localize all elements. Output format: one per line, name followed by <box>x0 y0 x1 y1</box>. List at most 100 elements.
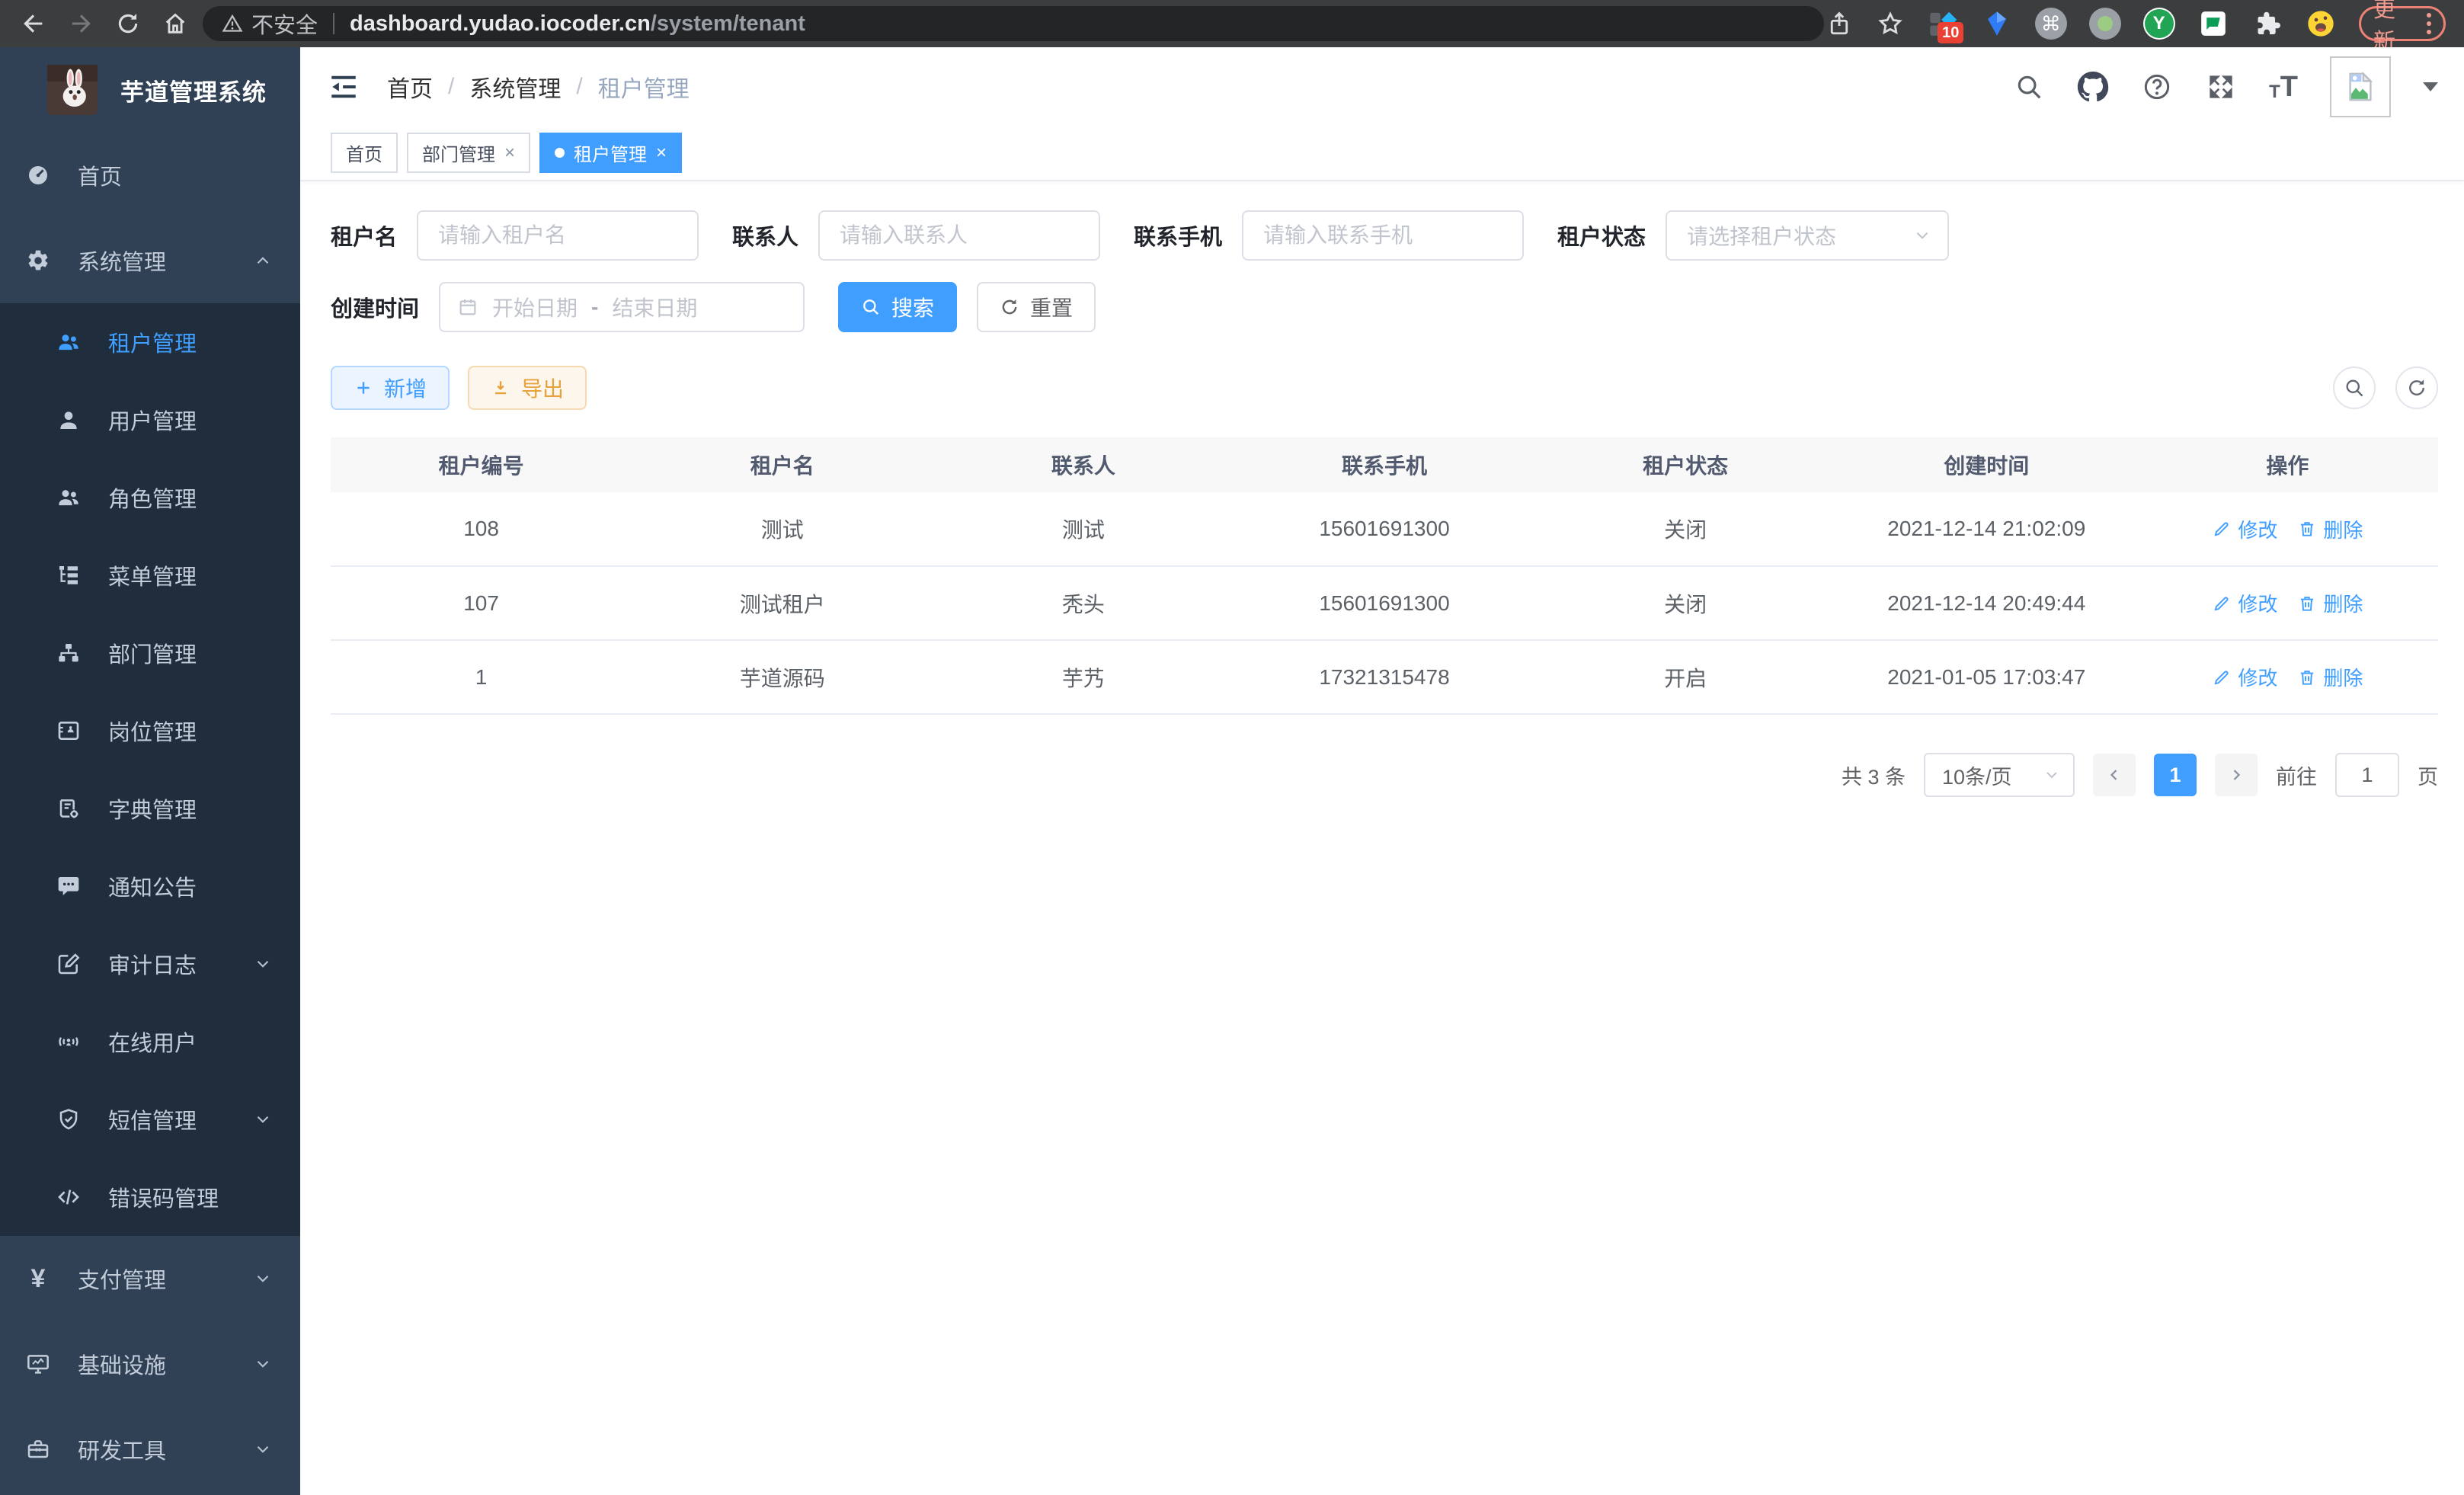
address-bar[interactable]: 不安全 dashboard.yudao.iocoder.cn /system/t… <box>203 6 1824 41</box>
close-icon[interactable]: × <box>656 142 667 164</box>
goto-page-input[interactable] <box>2335 753 2399 797</box>
table-row: 1 芋道源码 芋艿 17321315478 开启 2021-01-05 17:0… <box>331 640 2438 714</box>
breadcrumb-home[interactable]: 首页 <box>387 70 433 104</box>
online-icon <box>56 1029 81 1054</box>
trash-icon <box>2297 519 2317 539</box>
github-icon[interactable] <box>2077 71 2109 103</box>
avatar-broken-image[interactable] <box>2330 56 2391 117</box>
col-contact: 联系人 <box>933 437 1234 492</box>
notice-icon <box>56 874 81 898</box>
edit-link[interactable]: 修改 <box>2212 515 2277 543</box>
extension-gray-blue-icon[interactable]: 10 <box>1926 7 1959 40</box>
sidebar-item-dict[interactable]: 字典管理 <box>0 770 300 847</box>
add-button[interactable]: 新增 <box>331 366 450 410</box>
tab-dept[interactable]: 部门管理 × <box>407 133 530 173</box>
start-date-placeholder: 开始日期 <box>492 292 578 322</box>
font-size-icon[interactable]: TT <box>2269 72 2298 101</box>
sidebar-item-devtool[interactable]: 研发工具 <box>0 1407 300 1492</box>
sidebar-item-dept[interactable]: 部门管理 <box>0 614 300 692</box>
extension-chat-icon[interactable] <box>2197 7 2229 40</box>
edit-link[interactable]: 修改 <box>2212 589 2277 617</box>
tenant-name-label: 租户名 <box>331 219 397 251</box>
phone-input[interactable] <box>1242 210 1524 261</box>
share-icon[interactable] <box>1824 8 1854 39</box>
sidebar-item-audit[interactable]: 审计日志 <box>0 925 300 1003</box>
system-submenu: 租户管理 用户管理 角色管理 菜单管理 部门管理 <box>0 303 300 1236</box>
caret-down-icon[interactable] <box>2423 82 2438 91</box>
audit-icon <box>56 952 81 976</box>
browser-menu-icon[interactable] <box>2427 13 2431 34</box>
sidebar-item-role[interactable]: 角色管理 <box>0 459 300 536</box>
search-icon <box>861 297 881 317</box>
chevron-up-icon <box>253 251 273 271</box>
status-text: 关闭 <box>1535 492 1836 566</box>
breadcrumb-current: 租户管理 <box>598 70 690 104</box>
sidebar-fold-icon[interactable] <box>328 71 360 103</box>
sidebar-item-tenant[interactable]: 租户管理 <box>0 303 300 381</box>
status-text: 开启 <box>1535 640 1836 714</box>
sidebar-item-home[interactable]: 首页 <box>0 133 300 218</box>
sidebar-item-notice[interactable]: 通知公告 <box>0 847 300 925</box>
sidebar-item-online[interactable]: 在线用户 <box>0 1003 300 1080</box>
extension-y-icon[interactable]: Y <box>2142 7 2175 40</box>
page-unit-label: 页 <box>2418 760 2438 790</box>
extension-emoji-icon[interactable] <box>2305 7 2338 40</box>
extension-puzzle-icon[interactable] <box>2251 7 2283 40</box>
extension-dot-icon[interactable] <box>2088 7 2121 40</box>
extension-command-icon[interactable]: ⌘ <box>2034 7 2067 40</box>
plus-icon <box>354 378 373 398</box>
tenant-page: 租户名 联系人 联系手机 租户状态 请选择租户状态 <box>300 181 2464 1495</box>
tab-home[interactable]: 首页 <box>331 133 398 173</box>
tab-tenant[interactable]: 租户管理 × <box>539 133 682 173</box>
status-text: 关闭 <box>1535 566 1836 640</box>
breadcrumb-system[interactable]: 系统管理 <box>469 70 561 104</box>
delete-link[interactable]: 删除 <box>2297 663 2363 691</box>
delete-link[interactable]: 删除 <box>2297 589 2363 617</box>
sidebar-item-user[interactable]: 用户管理 <box>0 381 300 459</box>
sidebar-item-post[interactable]: 岗位管理 <box>0 692 300 770</box>
delete-link[interactable]: 删除 <box>2297 515 2363 543</box>
forward-icon[interactable] <box>66 8 96 39</box>
edit-icon <box>2212 519 2232 539</box>
star-icon[interactable] <box>1875 8 1905 39</box>
create-time-range-picker[interactable]: 开始日期 - 结束日期 <box>439 282 805 332</box>
yen-icon: ¥ <box>26 1266 50 1291</box>
col-tenant-name: 租户名 <box>632 437 933 492</box>
search-icon[interactable] <box>2013 71 2045 103</box>
prev-page-button[interactable] <box>2093 754 2136 796</box>
dashboard-icon <box>26 163 50 187</box>
search-button[interactable]: 搜索 <box>838 282 957 332</box>
sidebar-item-pay[interactable]: ¥ 支付管理 <box>0 1236 300 1321</box>
home-icon[interactable] <box>160 8 190 39</box>
help-icon[interactable] <box>2141 71 2173 103</box>
table-header-row: 租户编号 租户名 联系人 联系手机 租户状态 创建时间 操作 <box>331 437 2438 492</box>
toggle-search-button[interactable] <box>2333 367 2376 409</box>
page-number-1[interactable]: 1 <box>2154 754 2197 796</box>
extension-kite-icon[interactable] <box>1980 7 2013 40</box>
edit-link[interactable]: 修改 <box>2212 663 2277 691</box>
refresh-icon <box>1000 297 1019 317</box>
sidebar-item-system[interactable]: 系统管理 <box>0 218 300 303</box>
export-button[interactable]: 导出 <box>468 366 587 410</box>
fullscreen-icon[interactable] <box>2205 71 2237 103</box>
status-select[interactable]: 请选择租户状态 <box>1666 210 1949 261</box>
tenant-name-input[interactable] <box>417 210 699 261</box>
next-page-button[interactable] <box>2215 754 2258 796</box>
reload-icon[interactable] <box>113 8 143 39</box>
close-icon[interactable]: × <box>504 142 515 164</box>
sidebar-item-menu[interactable]: 菜单管理 <box>0 536 300 614</box>
sidebar-item-infra[interactable]: 基础设施 <box>0 1321 300 1407</box>
sidebar-item-sms[interactable]: 短信管理 <box>0 1080 300 1158</box>
chevron-down-icon <box>2043 766 2061 784</box>
page-size-select[interactable]: 10条/页 <box>1924 753 2075 797</box>
refresh-table-button[interactable] <box>2395 367 2438 409</box>
omnibox-divider <box>333 13 334 34</box>
sidebar-item-errcode[interactable]: 错误码管理 <box>0 1158 300 1236</box>
app-logo[interactable]: 芋道管理系统 <box>0 47 300 133</box>
end-date-placeholder: 结束日期 <box>612 292 697 322</box>
browser-update-button[interactable]: 更新 <box>2359 6 2446 41</box>
app-title: 芋道管理系统 <box>120 73 267 107</box>
reset-button[interactable]: 重置 <box>977 282 1096 332</box>
back-icon[interactable] <box>18 8 49 39</box>
contact-input[interactable] <box>818 210 1100 261</box>
